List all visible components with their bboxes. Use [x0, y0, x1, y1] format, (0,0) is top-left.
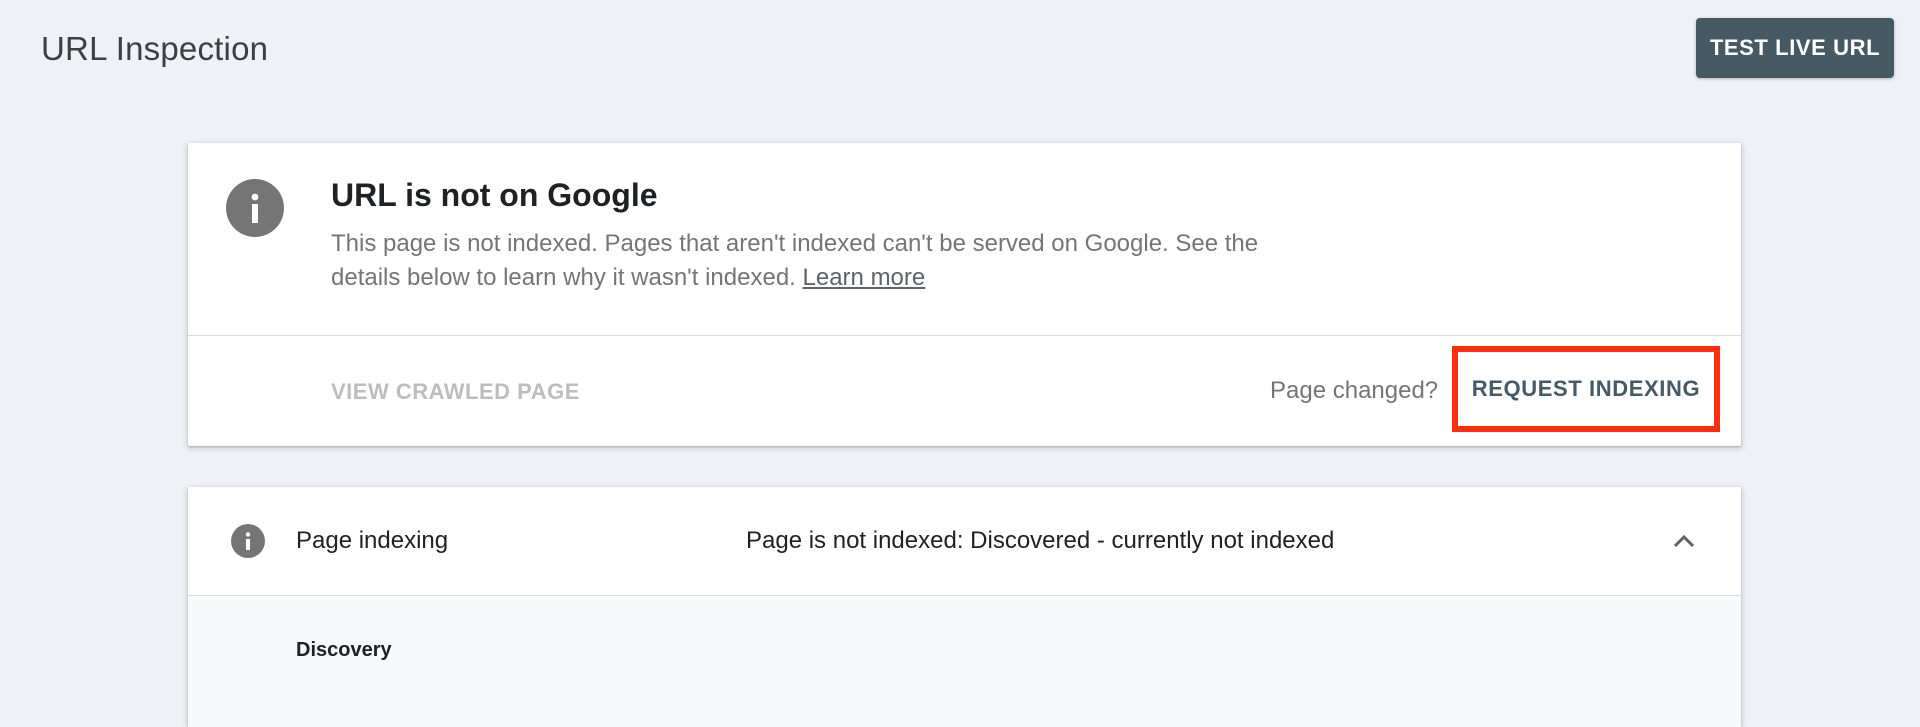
- page-indexing-status: Page is not indexed: Discovered - curren…: [746, 527, 1335, 554]
- info-icon: [231, 524, 265, 558]
- learn-more-link[interactable]: Learn more: [803, 264, 926, 291]
- page-changed-label: Page changed?: [1270, 377, 1439, 404]
- status-title: URL is not on Google: [331, 177, 658, 213]
- card-divider: [188, 335, 1741, 336]
- page-indexing-details: Discovery: [188, 596, 1741, 727]
- info-icon: [226, 179, 284, 237]
- discovery-section-title: Discovery: [296, 639, 392, 661]
- view-crawled-page-button[interactable]: VIEW CRAWLED PAGE: [331, 379, 580, 405]
- request-indexing-button[interactable]: REQUEST INDEXING: [1452, 346, 1720, 432]
- status-description-text: This page is not indexed. Pages that are…: [331, 230, 1259, 291]
- page-indexing-header[interactable]: Page indexing Page is not indexed: Disco…: [188, 487, 1741, 596]
- test-live-url-button[interactable]: TEST LIVE URL: [1696, 18, 1894, 78]
- status-description: This page is not indexed. Pages that are…: [331, 227, 1331, 295]
- page-indexing-card: Page indexing Page is not indexed: Disco…: [188, 487, 1741, 727]
- chevron-up-icon[interactable]: [1668, 525, 1700, 557]
- page-indexing-label: Page indexing: [296, 527, 449, 554]
- page-title: URL Inspection: [41, 30, 269, 67]
- url-status-card: URL is not on Google This page is not in…: [188, 143, 1741, 446]
